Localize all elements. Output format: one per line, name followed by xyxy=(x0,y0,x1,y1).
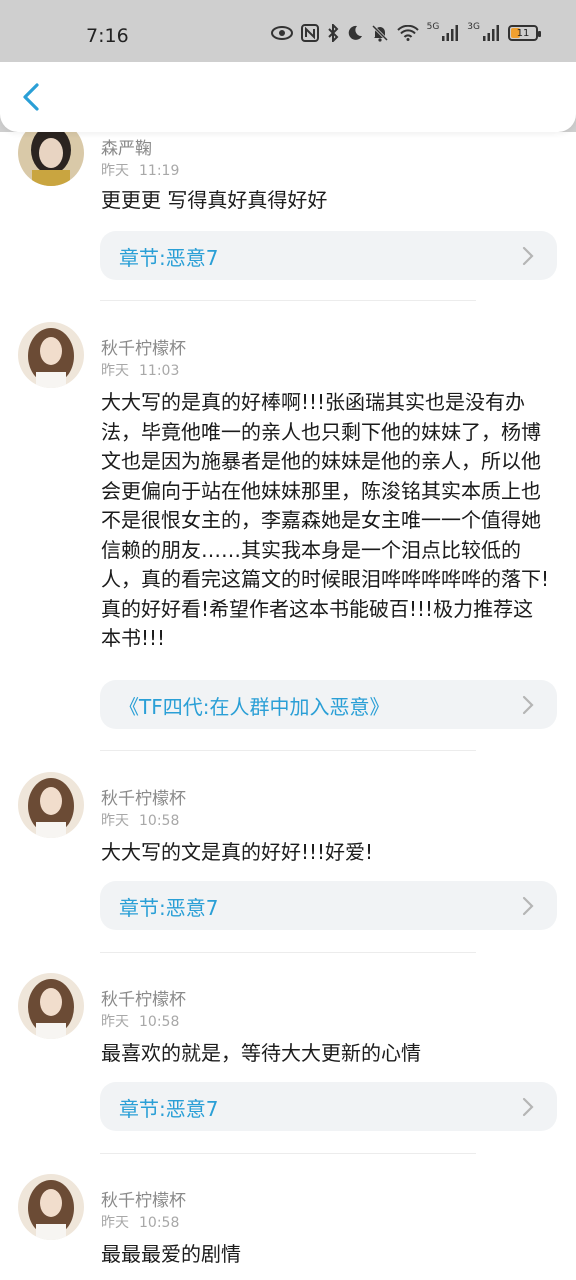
comment-text: 大大写的文是真的好好!!!好爱! xyxy=(101,840,374,864)
comment-clock: 11:03 xyxy=(139,363,180,379)
bluetooth-icon xyxy=(327,24,339,42)
comment-text: 更更更 写得真好真得好好 xyxy=(101,188,328,212)
comment-time: 昨天 11:19 xyxy=(101,160,179,180)
signal-icon xyxy=(442,25,459,41)
app-header xyxy=(0,62,576,132)
signal-5g-label: 5G xyxy=(426,22,440,32)
battery-level: 11 xyxy=(516,27,530,39)
wifi-icon xyxy=(396,25,419,41)
book-link-label: 《TF四代:在人群中加入恶意》 xyxy=(119,695,390,719)
comment-text: 大大写的是真的好棒啊!!!张函瑞其实也是没有办法，毕竟他唯一的亲人也只剩下他的妹… xyxy=(101,390,550,650)
comment-day: 昨天 xyxy=(101,1014,129,1030)
comment-day: 昨天 xyxy=(101,363,129,379)
comment-day: 昨天 xyxy=(101,1215,129,1231)
status-icons: 5G 3G 11 xyxy=(270,22,541,43)
header-card xyxy=(0,62,576,132)
comment-day: 昨天 xyxy=(101,813,129,829)
commenter-name[interactable]: 秋千柠檬杯 xyxy=(101,985,186,1010)
comment-day: 昨天 xyxy=(101,163,129,179)
divider xyxy=(100,952,476,953)
avatar[interactable] xyxy=(18,1174,84,1240)
comment-text: 最最最爱的剧情 xyxy=(101,1242,241,1266)
divider xyxy=(100,1153,476,1154)
commenter-name[interactable]: 秋千柠檬杯 xyxy=(101,784,186,809)
battery-icon: 11 xyxy=(508,25,541,41)
chapter-link[interactable]: 章节:恶意7 xyxy=(100,1082,557,1131)
back-arrow-icon[interactable] xyxy=(16,80,50,114)
avatar[interactable] xyxy=(18,322,84,388)
chevron-right-icon xyxy=(522,1097,534,1117)
commenter-name[interactable]: 秋千柠檬杯 xyxy=(101,1186,186,1211)
avatar-image xyxy=(18,322,84,388)
signal-icon-2 xyxy=(483,25,499,41)
avatar[interactable] xyxy=(18,973,84,1039)
comment-clock: 10:58 xyxy=(139,813,180,829)
chapter-link[interactable]: 章节:恶意7 xyxy=(100,231,557,280)
comment-time: 昨天 10:58 xyxy=(101,1212,179,1232)
commenter-name[interactable]: 森严鞠 xyxy=(101,134,152,159)
chevron-right-icon xyxy=(522,246,534,266)
comment-clock: 11:19 xyxy=(139,163,180,179)
chapter-link[interactable]: 章节:恶意7 xyxy=(100,881,557,930)
eye-icon xyxy=(270,26,293,40)
nfc-icon xyxy=(300,24,319,42)
book-link[interactable]: 《TF四代:在人群中加入恶意》 xyxy=(100,680,557,729)
avatar-image xyxy=(18,1174,84,1240)
comment-time: 昨天 10:58 xyxy=(101,1011,179,1031)
signal-3g-label: 3G xyxy=(467,22,480,32)
comment-time: 昨天 10:58 xyxy=(101,810,179,830)
avatar-image xyxy=(18,973,84,1039)
chapter-link-label: 章节:恶意7 xyxy=(119,246,219,270)
commenter-name[interactable]: 秋千柠檬杯 xyxy=(101,334,186,359)
chapter-link-label: 章节:恶意7 xyxy=(119,1097,219,1121)
moon-icon xyxy=(348,25,362,40)
chevron-right-icon xyxy=(522,896,534,916)
comment-clock: 10:58 xyxy=(139,1215,180,1231)
divider xyxy=(100,300,476,301)
comment-list[interactable]: 森严鞠 昨天 11:19 更更更 写得真好真得好好 章节:恶意7 秋千柠檬杯 昨天… xyxy=(0,0,576,1280)
comment-time: 昨天 11:03 xyxy=(101,360,179,380)
bell-off-icon xyxy=(371,24,388,42)
divider xyxy=(100,750,476,751)
chapter-link-label: 章节:恶意7 xyxy=(119,896,219,920)
chevron-right-icon xyxy=(522,695,534,715)
comment-clock: 10:58 xyxy=(139,1014,180,1030)
status-time: 7:16 xyxy=(86,25,129,47)
avatar-image xyxy=(18,772,84,838)
status-bar: 7:16 5G 3G 11 xyxy=(0,0,576,62)
comment-text: 最喜欢的就是，等待大大更新的心情 xyxy=(101,1041,421,1065)
avatar[interactable] xyxy=(18,772,84,838)
